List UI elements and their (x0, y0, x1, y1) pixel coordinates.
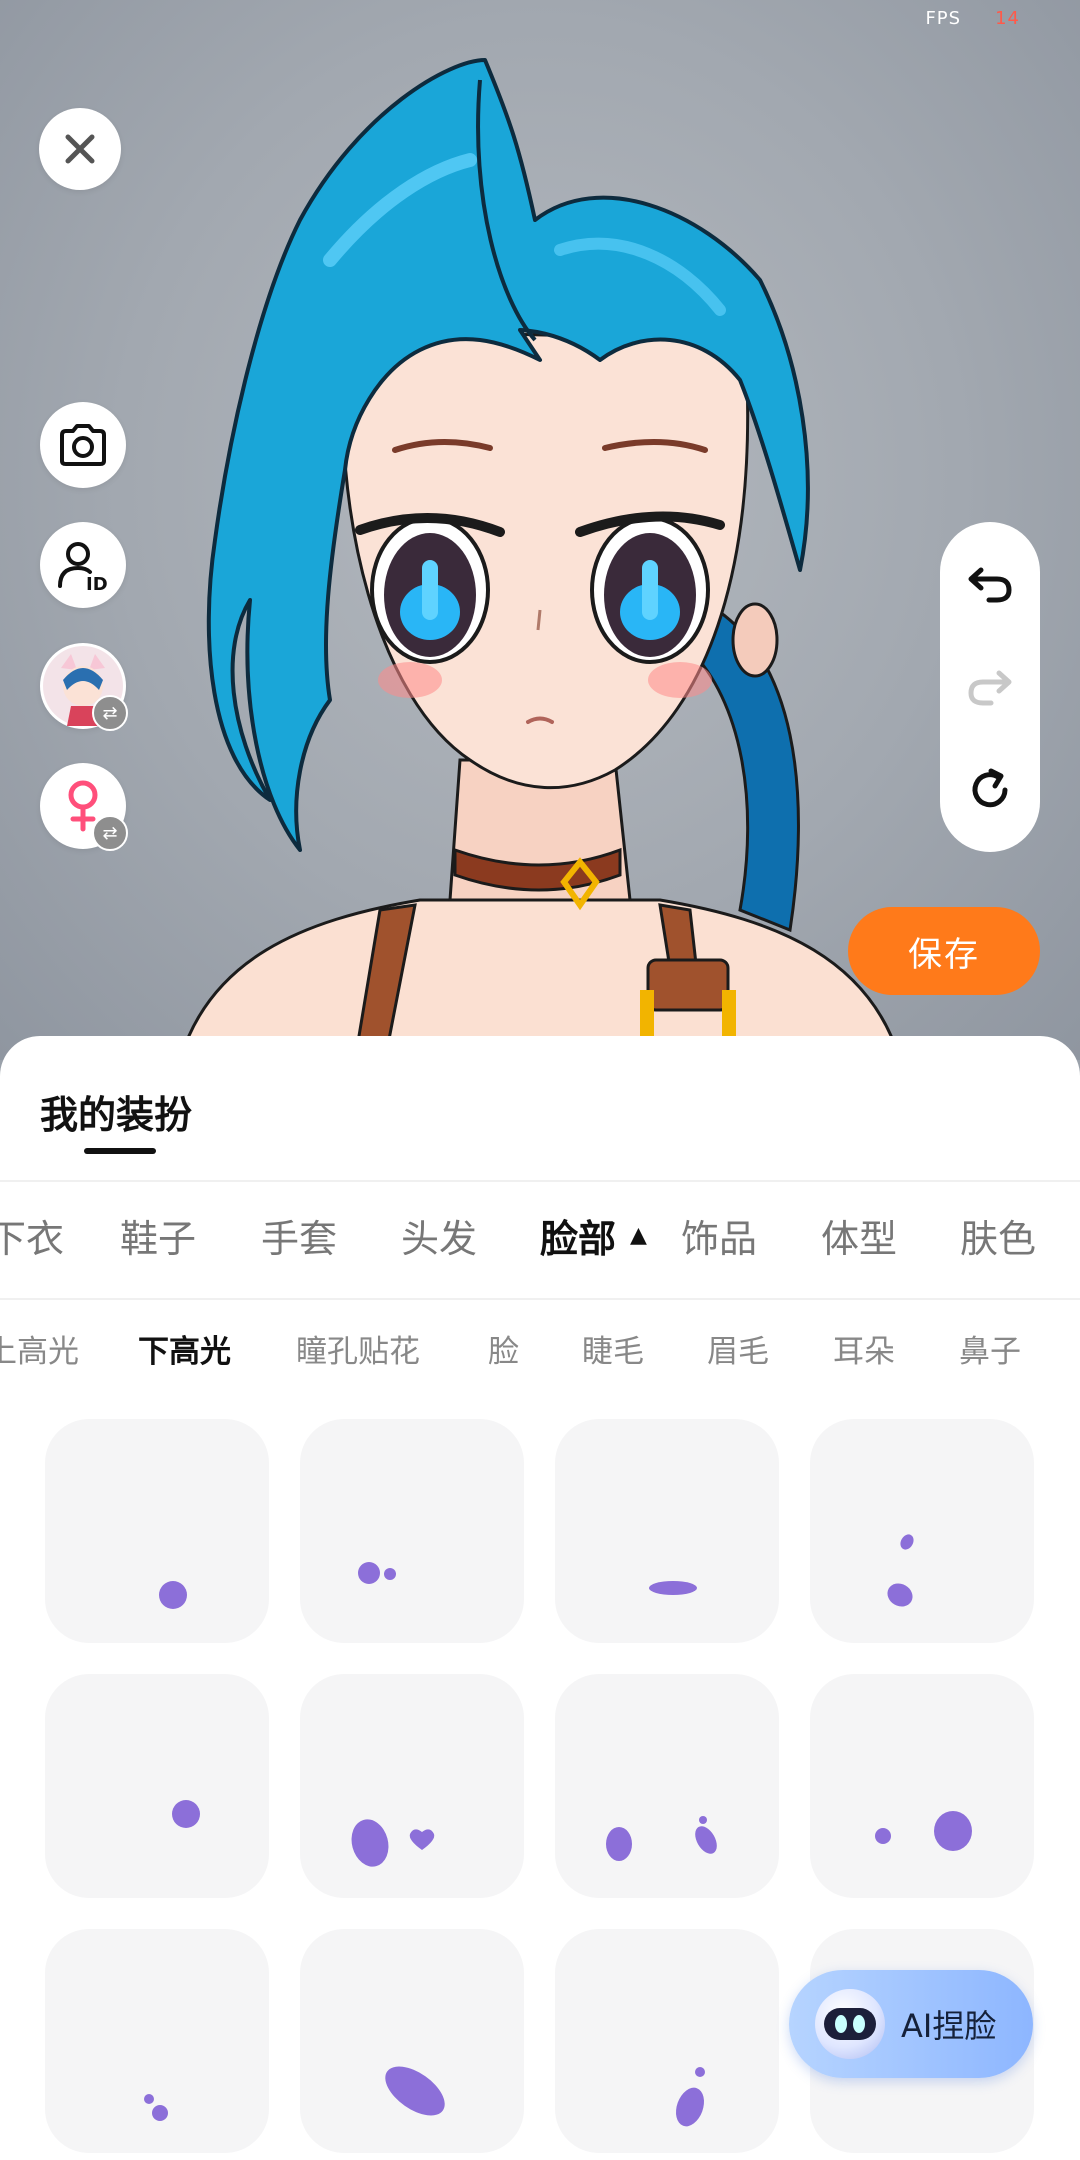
camera-icon (60, 424, 106, 466)
subtab-label: 瞳孔贴花 (296, 1333, 420, 1370)
reset-icon (972, 768, 1008, 808)
avatar-switch-button[interactable]: ⇄ (40, 643, 128, 731)
highlight-swatch (358, 1562, 396, 1584)
highlight-swatch (172, 1800, 200, 1828)
gender-switch-button[interactable]: ⇄ (40, 763, 128, 851)
highlight-swatch (385, 2066, 445, 2116)
fps-counter: FPS 14 (925, 8, 1020, 29)
highlight-option[interactable] (555, 1674, 779, 1898)
subtab-label: 耳朵 (833, 1333, 895, 1370)
subtab-face[interactable]: 脸 (488, 1298, 519, 1398)
tab-label: 下衣 (0, 1216, 65, 1261)
tab-label: 手套 (261, 1216, 338, 1261)
tab-label: 肤色 (960, 1216, 1037, 1261)
tab-shoes[interactable]: 鞋子 (120, 1176, 196, 1294)
highlight-option[interactable] (810, 1419, 1034, 1643)
highlight-option[interactable] (810, 1674, 1034, 1898)
tab-label: 头发 (401, 1216, 478, 1261)
subtab-upper-highlight[interactable]: 上高光 (0, 1298, 79, 1398)
tab-hair[interactable]: 头发 (401, 1176, 477, 1294)
sheet-title: 我的装扮 (40, 1093, 193, 1137)
highlight-option[interactable] (45, 1419, 269, 1643)
avatar-viewport[interactable]: FPS 14 ID ⇄ ⇄ 保存 (0, 0, 1080, 1060)
undo-icon (968, 567, 1012, 603)
subtab-ears[interactable]: 耳朵 (833, 1298, 895, 1398)
fps-label: FPS (925, 8, 962, 29)
highlight-swatch (649, 1581, 697, 1595)
redo-icon (968, 670, 1012, 706)
tab-label: 脸部 (540, 1216, 617, 1261)
subtab-eyebrows[interactable]: 眉毛 (707, 1298, 769, 1398)
subtab-lower-highlight[interactable]: 下高光 (138, 1298, 231, 1398)
svg-text:ID: ID (86, 574, 108, 592)
highlight-option[interactable] (555, 1929, 779, 2153)
tab-bottoms[interactable]: 下衣 (0, 1176, 64, 1294)
highlight-option[interactable] (555, 1419, 779, 1643)
avatar-model (178, 58, 902, 1060)
subtab-label: 睫毛 (582, 1333, 644, 1370)
close-icon (65, 134, 95, 164)
highlight-option[interactable] (300, 1419, 524, 1643)
tab-label: 饰品 (681, 1216, 758, 1261)
tab-label: 鞋子 (120, 1216, 197, 1261)
highlight-option[interactable] (300, 1674, 524, 1898)
save-button[interactable]: 保存 (848, 907, 1040, 995)
highlight-option[interactable] (300, 1929, 524, 2153)
tab-body-shape[interactable]: 体型 (821, 1176, 897, 1294)
subtab-label: 下高光 (138, 1333, 231, 1370)
tab-accessories[interactable]: 饰品 (681, 1176, 757, 1294)
subtab-eyelashes[interactable]: 睫毛 (582, 1298, 644, 1398)
fps-value: 14 (995, 8, 1020, 29)
highlight-swatch (875, 1811, 972, 1851)
subtab-nose[interactable]: 鼻子 (959, 1298, 1021, 1398)
highlight-swatch (606, 1816, 717, 1861)
subtab-label: 脸 (488, 1333, 519, 1370)
ai-robot-icon (815, 1989, 885, 2059)
subcategory-tabs: 上高光 下高光 瞳孔贴花 脸 睫毛 眉毛 耳朵 鼻子 (0, 1298, 1080, 1398)
user-id-button[interactable]: ID (40, 522, 126, 608)
ai-face-button[interactable]: AI捏脸 (789, 1970, 1033, 2078)
user-id-icon: ID (58, 542, 108, 592)
category-tabs: 下衣 鞋子 手套 头发 脸部 ▲ 饰品 体型 肤色 (0, 1176, 1080, 1294)
close-button[interactable] (39, 108, 121, 190)
highlight-swatch (159, 1581, 187, 1609)
title-indicator (84, 1148, 156, 1154)
subtab-pupil-decal[interactable]: 瞳孔贴花 (296, 1298, 420, 1398)
subtab-label: 眉毛 (707, 1333, 769, 1370)
highlight-swatch (144, 2094, 168, 2121)
reset-button[interactable] (960, 760, 1020, 820)
tab-label: 体型 (821, 1216, 898, 1261)
tab-gloves[interactable]: 手套 (261, 1176, 337, 1294)
ai-face-label: AI捏脸 (901, 2007, 997, 2045)
caret-up-icon: ▲ (630, 1222, 647, 1248)
history-controls (940, 522, 1040, 852)
undo-button[interactable] (960, 554, 1020, 614)
tab-skin-color[interactable]: 肤色 (960, 1176, 1036, 1294)
camera-button[interactable] (40, 402, 126, 488)
swap-icon: ⇄ (92, 695, 128, 731)
highlight-swatch (887, 1534, 914, 1607)
highlight-option[interactable] (45, 1674, 269, 1898)
swap-icon: ⇄ (92, 815, 128, 851)
highlight-swatch (351, 1819, 435, 1867)
tab-face[interactable]: 脸部 ▲ (540, 1176, 647, 1294)
highlight-swatch (675, 2067, 705, 2127)
subtab-label: 上高光 (0, 1333, 79, 1370)
highlight-option[interactable] (45, 1929, 269, 2153)
redo-button[interactable] (960, 657, 1020, 717)
subtab-label: 鼻子 (959, 1333, 1021, 1370)
